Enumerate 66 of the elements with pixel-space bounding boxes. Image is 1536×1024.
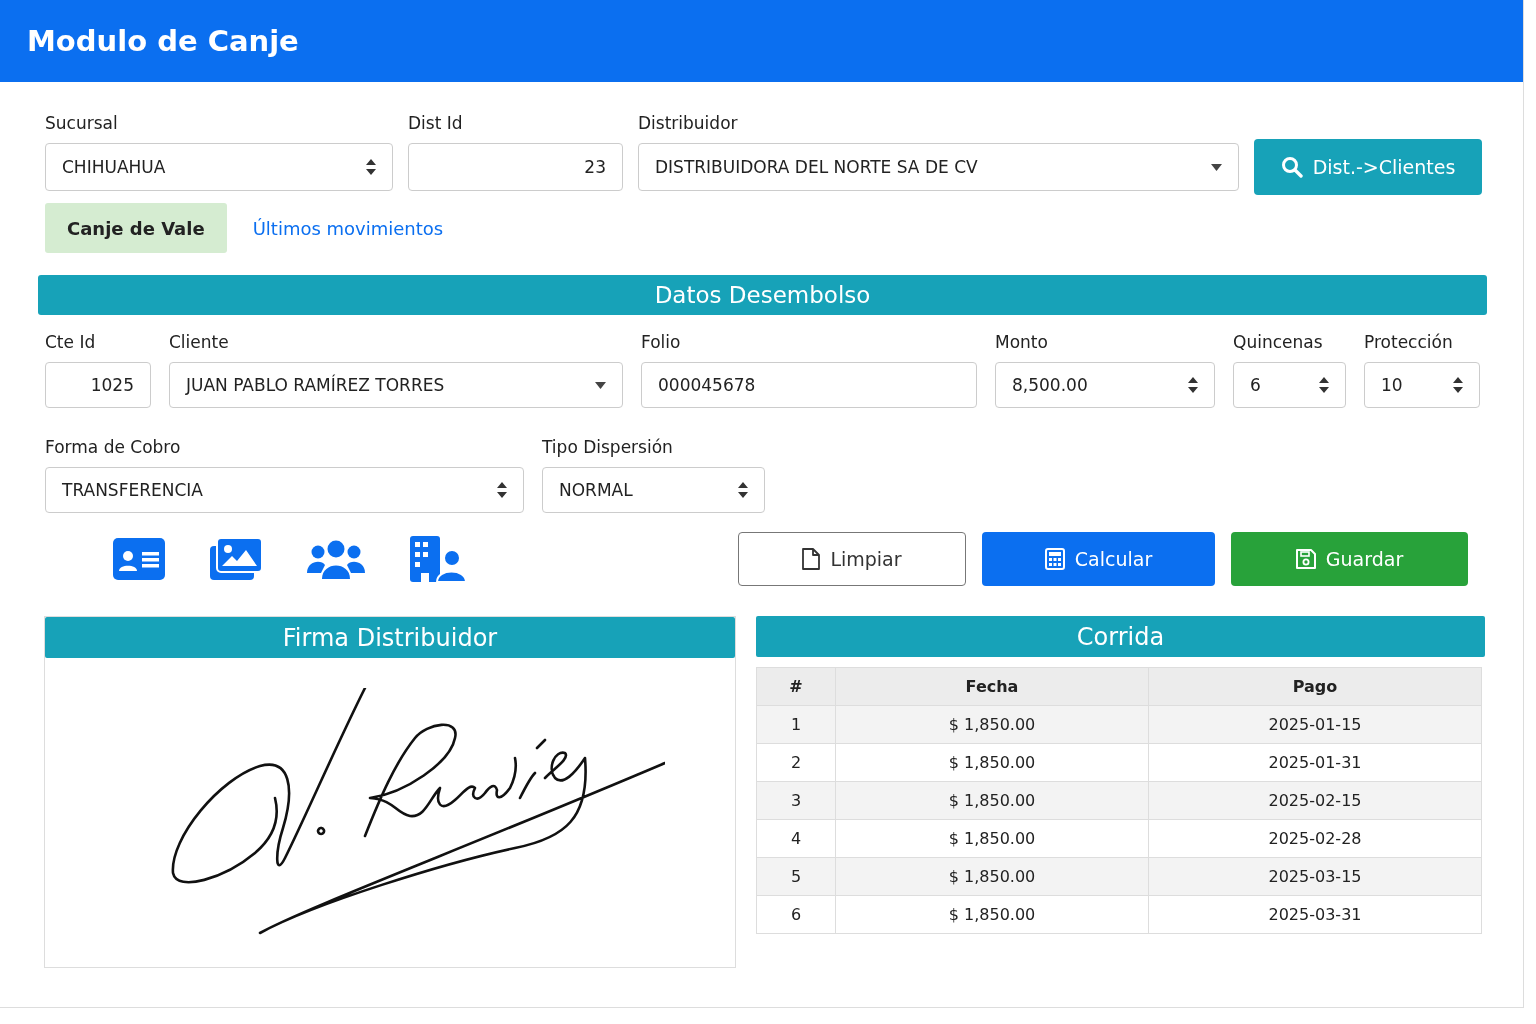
sort-icon (738, 482, 748, 498)
field-label: Monto (995, 331, 1049, 353)
building-user-icon (410, 536, 466, 582)
tab[interactable]: Canje de Vale (45, 203, 227, 253)
table-cell: 2025-01-15 (1148, 705, 1482, 744)
spinner-field[interactable]: NORMAL (542, 467, 765, 513)
input-field[interactable]: 1025 (45, 362, 151, 408)
calculator-icon (1044, 548, 1065, 570)
table-cell: 2 (756, 743, 836, 782)
caret-icon (1211, 163, 1222, 171)
table-cell: 1 (756, 705, 836, 744)
clear-button[interactable]: Limpiar (738, 532, 966, 586)
field-label: Tipo Dispersión (542, 436, 674, 458)
calculate-button[interactable]: Calcular (982, 532, 1215, 586)
caret-icon (595, 381, 606, 389)
input-field[interactable]: 23 (408, 143, 623, 191)
panel-title: Firma Distribuidor (45, 617, 735, 658)
table-cell: 2025-02-28 (1148, 819, 1482, 858)
field-label: Folio (641, 331, 682, 353)
section-header: Datos Desembolso (38, 275, 1487, 315)
dropdown-field[interactable]: DISTRIBUIDORA DEL NORTE SA DE CV (638, 143, 1239, 191)
field-label: Cliente (169, 331, 230, 353)
sort-icon (1453, 377, 1463, 393)
table-cell: $ 1,850.00 (835, 781, 1149, 820)
sort-icon (366, 159, 376, 175)
spinner-field[interactable]: TRANSFERENCIA (45, 467, 524, 513)
images-icon (210, 538, 262, 580)
table-cell: 5 (756, 857, 836, 896)
field-label: Cte Id (45, 331, 97, 353)
page-title: Modulo de Canje (27, 24, 299, 58)
sort-icon (1319, 377, 1329, 393)
dropdown-field[interactable]: JUAN PABLO RAMÍREZ TORRES (169, 362, 623, 408)
table-cell: $ 1,850.00 (835, 743, 1149, 782)
field-label: Quincenas (1233, 331, 1324, 353)
table-cell: 4 (756, 819, 836, 858)
field-label: Forma de Cobro (45, 436, 182, 458)
table-cell: $ 1,850.00 (835, 895, 1149, 934)
table-cell: 6 (756, 895, 836, 934)
file-icon (802, 548, 821, 570)
spinner-field[interactable]: 6 (1233, 362, 1346, 408)
users-icon (307, 539, 365, 579)
table-cell: 2025-03-31 (1148, 895, 1482, 934)
id-card-icon (113, 538, 165, 580)
input-field[interactable]: 000045678 (641, 362, 977, 408)
search-icon (1280, 156, 1303, 178)
column-header: Pago (1148, 667, 1482, 706)
field-label: Distribuidor (638, 112, 739, 134)
table-cell: $ 1,850.00 (835, 819, 1149, 858)
field-label: Dist Id (408, 112, 464, 134)
table-cell: 2025-03-15 (1148, 857, 1482, 896)
column-header: # (756, 667, 836, 706)
column-header: Fecha (835, 667, 1149, 706)
field-label: Protección (1364, 331, 1454, 353)
table-cell: 2025-01-31 (1148, 743, 1482, 782)
spinner-field[interactable]: 10 (1364, 362, 1480, 408)
table-cell: 3 (756, 781, 836, 820)
tab[interactable]: Últimos movimientos (230, 203, 466, 253)
sort-icon (497, 482, 507, 498)
spinner-field[interactable]: 8,500.00 (995, 362, 1215, 408)
sort-icon (1188, 377, 1198, 393)
spinner-field[interactable]: CHIHUAHUA (45, 143, 393, 191)
field-label: Sucursal (45, 112, 119, 134)
table-cell: $ 1,850.00 (835, 705, 1149, 744)
panel-title: Corrida (756, 616, 1485, 657)
table-cell: 2025-02-15 (1148, 781, 1482, 820)
table-cell: $ 1,850.00 (835, 857, 1149, 896)
